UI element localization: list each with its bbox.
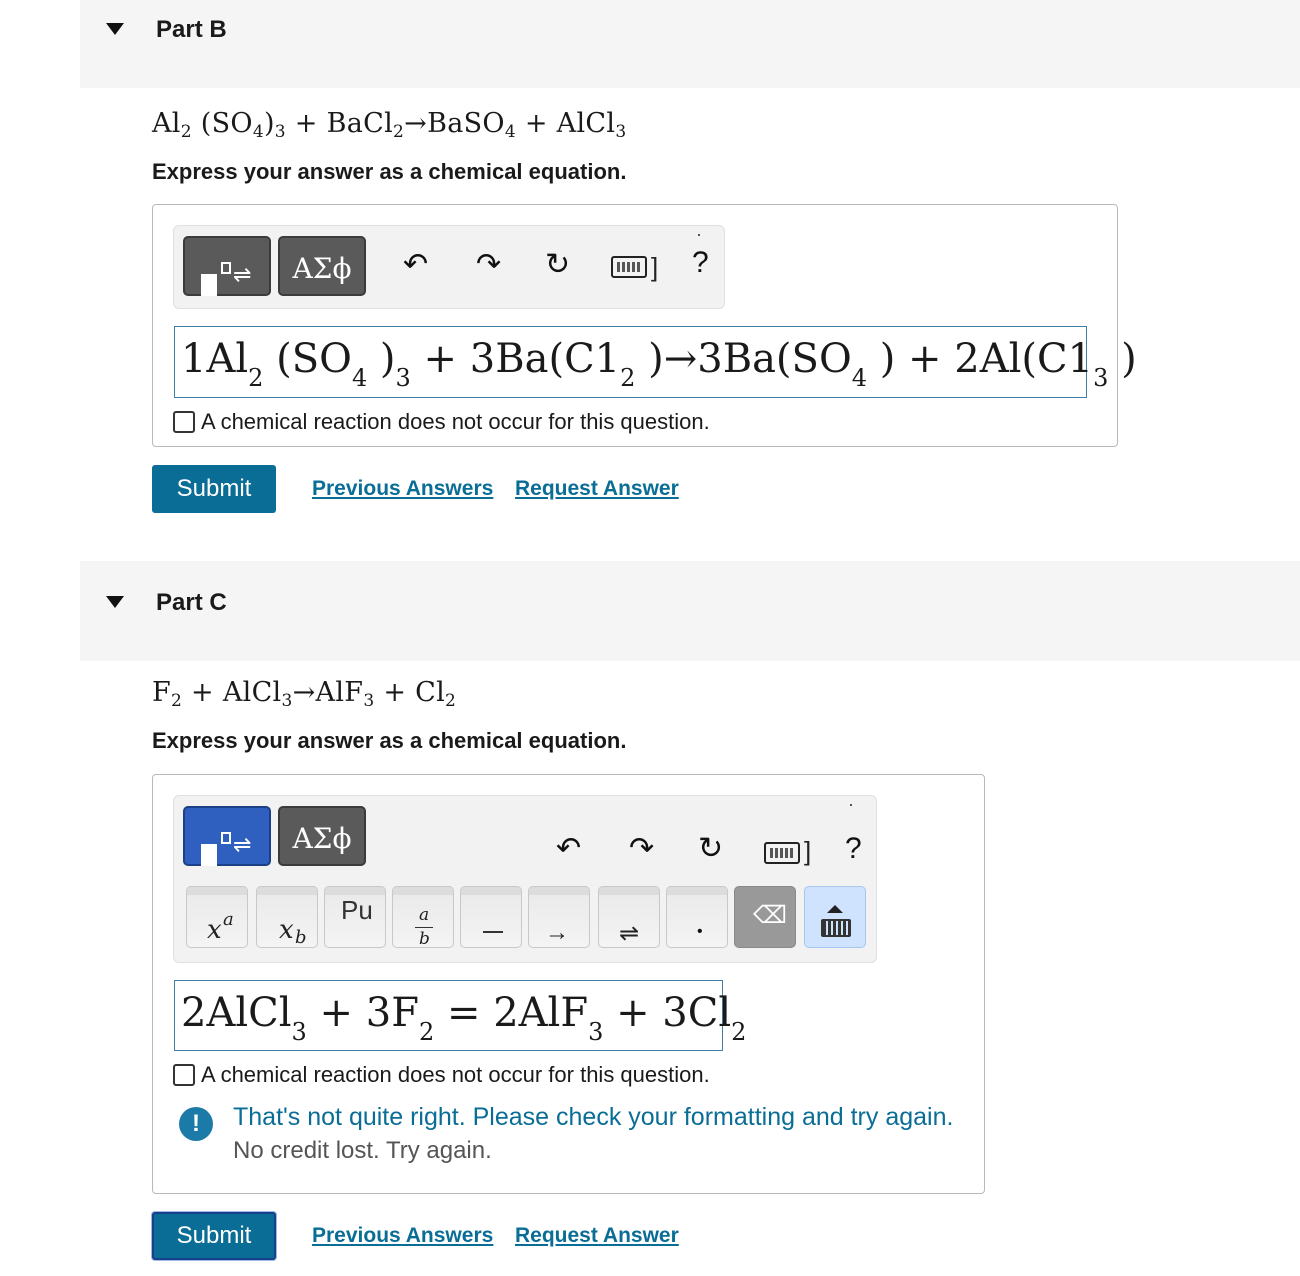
part-b-equation: Al2 (SO4)3 + BaCl2→BaSO4 + AlCl3 (152, 108, 627, 142)
toolbar-dot (850, 804, 852, 806)
part-b-toolbar: ⇌ ΑΣϕ ↶ ↷ ↻ ] ? (173, 225, 725, 309)
part-b-request-answer-link[interactable]: Request Answer (515, 477, 679, 501)
collapse-up-icon (827, 905, 843, 913)
redo-icon[interactable]: ↷ (629, 834, 654, 864)
undo-icon[interactable]: ↶ (403, 250, 428, 280)
part-c-answer-input[interactable]: 2AlCl3 + 3F2 = 2AlF3 + 3Cl2 (174, 980, 746, 1051)
dot-key[interactable]: • (666, 886, 728, 948)
part-c-answer-box: ⇌ ΑΣϕ ↶ ↷ ↻ ] ? x a x b Pu a b → ⇌ • ⌫ 2… (152, 774, 985, 1194)
part-b-instruction: Express your answer as a chemical equati… (152, 159, 627, 184)
part-b-previous-answers-link[interactable]: Previous Answers (312, 477, 493, 501)
part-b-no-reaction-checkbox[interactable] (173, 411, 195, 433)
keyboard-toggle-key[interactable] (804, 886, 866, 948)
templates-icon: ⇌ (201, 262, 259, 296)
part-c-collapse-icon[interactable] (106, 596, 124, 608)
part-b-title: Part B (156, 16, 227, 43)
templates-button[interactable]: ⇌ (183, 236, 271, 296)
part-b-header[interactable] (80, 0, 1300, 88)
feedback-note: No credit lost. Try again. (233, 1137, 492, 1164)
keyboard-icon[interactable] (611, 256, 647, 278)
part-c-equation: F2 + AlCl3→AlF3 + Cl2 (152, 677, 457, 711)
templates-icon: ⇌ (201, 832, 259, 866)
reset-icon[interactable]: ↻ (545, 250, 570, 280)
part-c-no-reaction-label: A chemical reaction does not occur for t… (201, 1062, 710, 1087)
reset-icon[interactable]: ↻ (698, 834, 723, 864)
greek-symbols-button[interactable]: ΑΣϕ (278, 806, 366, 866)
undo-icon[interactable]: ↶ (556, 834, 581, 864)
part-c-toolbar: ⇌ ΑΣϕ ↶ ↷ ↻ ] ? x a x b Pu a b → ⇌ • ⌫ (173, 795, 877, 963)
part-b-no-reaction-label: A chemical reaction does not occur for t… (201, 409, 710, 434)
backspace-key[interactable]: ⌫ (734, 886, 796, 948)
part-b-collapse-icon[interactable] (106, 23, 124, 35)
part-b-submit-button[interactable]: Submit (152, 465, 276, 513)
help-icon[interactable]: ? (845, 834, 862, 864)
part-c-request-answer-link[interactable]: Request Answer (515, 1224, 679, 1248)
fraction-key[interactable]: a b (392, 886, 454, 948)
keyboard-icon (821, 919, 851, 937)
backspace-icon: ⌫ (753, 902, 787, 929)
part-b-answer-box: ⇌ ΑΣϕ ↶ ↷ ↻ ] ? 1Al2 (SO4 )3 + 3Ba(C12 )… (152, 204, 1137, 447)
keyboard-shortcut-indicator: ] (651, 252, 659, 282)
part-c-feedback: ! That's not quite right. Please check y… (179, 1103, 969, 1173)
part-c-header[interactable] (80, 561, 1300, 661)
redo-icon[interactable]: ↷ (476, 250, 501, 280)
greek-label: ΑΣϕ (292, 822, 352, 855)
keyboard-icon[interactable] (764, 842, 800, 864)
charge-key[interactable] (460, 886, 522, 948)
part-b-no-reaction-row: A chemical reaction does not occur for t… (173, 409, 710, 435)
toolbar-dot (698, 234, 700, 236)
part-c-previous-answers-link[interactable]: Previous Answers (312, 1224, 493, 1248)
part-c-no-reaction-row: A chemical reaction does not occur for t… (173, 1062, 710, 1088)
superscript-key[interactable]: x a (186, 886, 248, 948)
part-c-no-reaction-checkbox[interactable] (173, 1064, 195, 1086)
reaction-arrow-key[interactable]: → (528, 886, 590, 948)
subscript-key[interactable]: x b (256, 886, 318, 948)
part-c-submit-button[interactable]: Submit (152, 1212, 276, 1260)
part-b-answer-input[interactable]: 1Al2 (SO4 )3 + 3Ba(C12 )→3Ba(SO4 ) + 2Al… (174, 326, 1137, 398)
greek-label: ΑΣϕ (292, 252, 352, 285)
periodic-table-key[interactable]: Pu (324, 886, 386, 948)
greek-symbols-button[interactable]: ΑΣϕ (278, 236, 366, 296)
help-icon[interactable]: ? (692, 248, 709, 278)
keyboard-shortcut-indicator: ] (804, 836, 812, 866)
equilibrium-arrow-key[interactable]: ⇌ (598, 886, 660, 948)
part-c-title: Part C (156, 589, 227, 616)
templates-button[interactable]: ⇌ (183, 806, 271, 866)
part-c-instruction: Express your answer as a chemical equati… (152, 728, 627, 753)
warning-icon: ! (179, 1107, 213, 1141)
feedback-message: That's not quite right. Please check you… (233, 1103, 954, 1131)
